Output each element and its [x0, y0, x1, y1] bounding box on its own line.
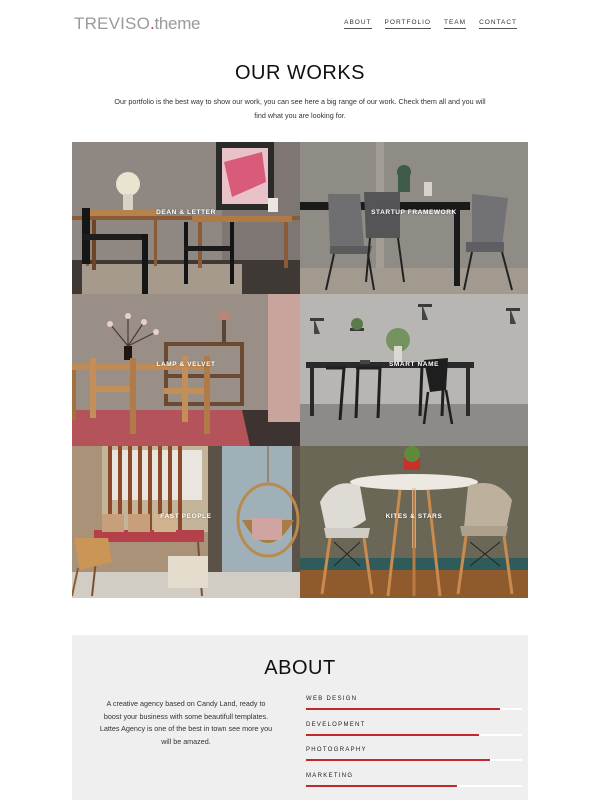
works-description: Our portfolio is the best way to show ou… [114, 97, 486, 120]
startup-framework-image [300, 142, 528, 294]
lamp-velvet-image [72, 294, 300, 446]
skill-bar-fill [306, 733, 479, 736]
skill-name: DEVELOPMENT [306, 721, 366, 728]
portfolio-item-label: SMART NAME [388, 361, 440, 368]
skills-list: WEB DESIGN DEVELOPMENT PHOTOGRAPHY MARKE… [306, 696, 522, 798]
skill-bar-track [306, 759, 522, 761]
skill-development: DEVELOPMENT [306, 722, 522, 748]
fast-people-image [72, 446, 300, 598]
skill-bar-track [306, 733, 522, 736]
works-title: OUR WORKS [234, 62, 366, 84]
dean-letter-image [72, 142, 300, 294]
portfolio-grid: DEAN & LETTER STARTUP FRAMEWORK LAMP & V… [72, 142, 528, 598]
portfolio-item-label: DEAN & LETTER [156, 209, 216, 216]
skill-bar-track [306, 708, 522, 710]
skill-bar-fill [306, 759, 490, 761]
kites-stars-image [300, 446, 528, 598]
nav-team[interactable]: TEAM [444, 19, 467, 29]
skill-web-design: WEB DESIGN [306, 696, 522, 722]
portfolio-item-lamp-velvet[interactable]: LAMP & VELVET [72, 294, 300, 446]
skill-name: MARKETING [306, 772, 354, 779]
skill-name: WEB DESIGN [306, 696, 358, 702]
portfolio-item-smart-name[interactable]: SMART NAME [300, 294, 528, 446]
portfolio-item-dean-letter[interactable]: DEAN & LETTER [72, 142, 300, 294]
logo-suffix: theme [154, 14, 201, 33]
about-title: ABOUT [264, 657, 336, 679]
smart-name-image [300, 294, 528, 446]
skill-marketing: MARKETING [306, 773, 522, 799]
portfolio-item-label: KITES & STARS [385, 513, 443, 520]
portfolio-item-label: STARTUP FRAMEWORK [371, 209, 457, 216]
skill-bar-fill [306, 708, 501, 710]
site-logo[interactable]: TREVISO.theme [74, 14, 201, 34]
nav-portfolio[interactable]: PORTFOLIO [384, 19, 431, 29]
skill-name: PHOTOGRAPHY [306, 747, 367, 753]
skill-bar-track [306, 784, 522, 787]
portfolio-item-kites-stars[interactable]: KITES & STARS [300, 446, 528, 598]
about-section: ABOUT A creative agency based on Candy L… [72, 635, 528, 800]
about-description: A creative agency based on Candy Land, r… [99, 699, 273, 746]
skill-photography: PHOTOGRAPHY [306, 747, 522, 773]
portfolio-item-startup-framework[interactable]: STARTUP FRAMEWORK [300, 142, 528, 294]
site-header: TREVISO.theme ABOUT PORTFOLIO TEAM CONTA… [0, 0, 600, 48]
nav-contact[interactable]: CONTACT [479, 19, 517, 29]
portfolio-item-label: FAST PEOPLE [160, 513, 212, 520]
main-nav: ABOUT PORTFOLIO TEAM CONTACT [344, 19, 517, 29]
logo-brand: TREVISO [74, 14, 151, 33]
portfolio-item-label: LAMP & VELVET [156, 361, 216, 368]
portfolio-item-fast-people[interactable]: FAST PEOPLE [72, 446, 300, 598]
skill-bar-fill [306, 784, 458, 787]
nav-about[interactable]: ABOUT [344, 19, 372, 29]
